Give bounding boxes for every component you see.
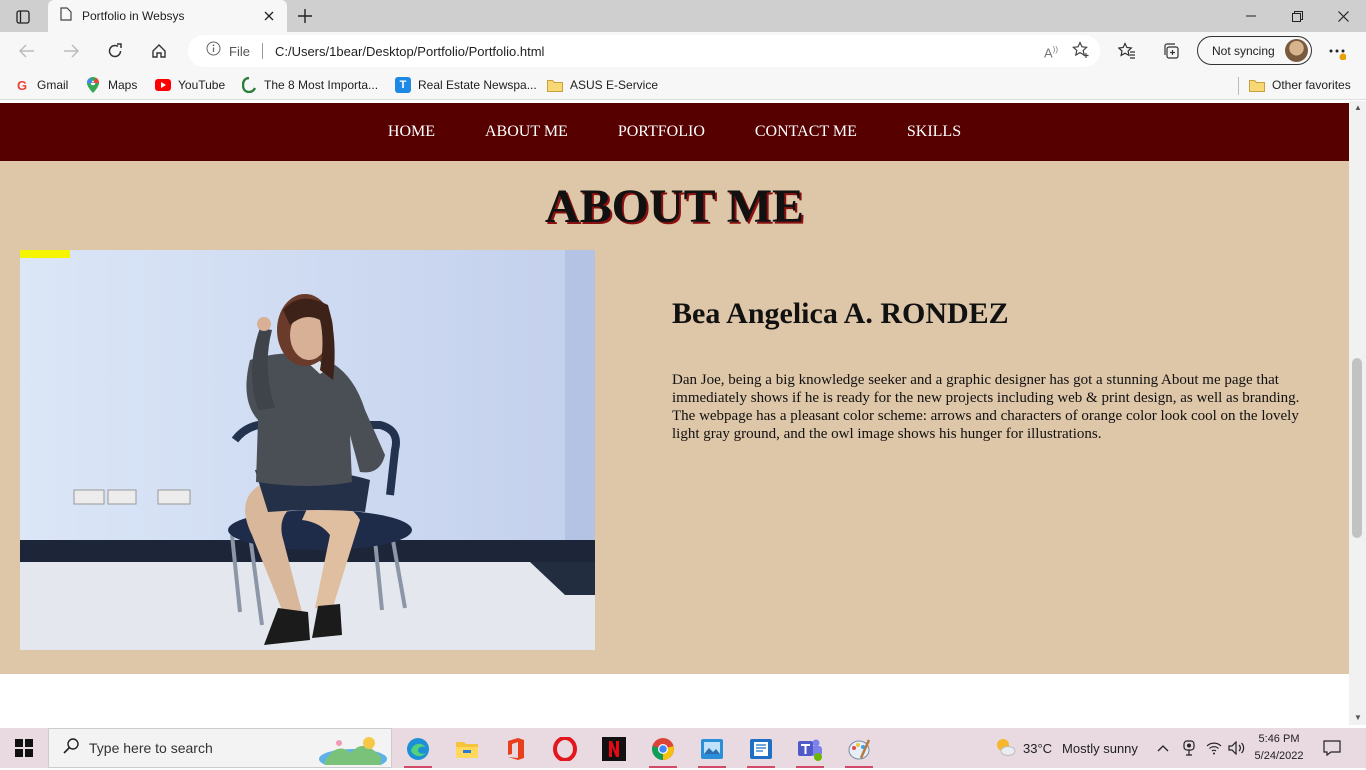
site-nav: HOME ABOUT ME PORTFOLIO CONTACT ME SKILL… <box>0 103 1349 161</box>
search-icon <box>63 737 79 759</box>
system-clock[interactable]: 5:46 PM 5/24/2022 <box>1250 731 1308 765</box>
bookmark-maps[interactable]: Maps <box>85 76 137 94</box>
clock-date: 5/24/2022 <box>1254 750 1304 762</box>
scroll-up-icon[interactable]: ▲ <box>1351 103 1365 115</box>
bookmark-label: ASUS E-Service <box>570 78 659 92</box>
active-tab[interactable]: Portfolio in Websys <box>48 0 287 32</box>
new-tab-icon[interactable] <box>292 4 318 28</box>
clock-time: 5:46 PM <box>1258 733 1300 745</box>
bookmark-most-important[interactable]: The 8 Most Importa... <box>241 76 378 94</box>
taskbar-edge-icon[interactable] <box>398 732 438 768</box>
taskbar-paint-icon[interactable] <box>839 732 879 768</box>
weather-temp: 33°C <box>1023 740 1053 756</box>
read-aloud-icon[interactable]: A)) <box>1044 45 1058 60</box>
address-url[interactable]: C:/Users/1bear/Desktop/Portfolio/Portfol… <box>275 44 545 59</box>
tab-close-icon[interactable] <box>257 4 281 28</box>
add-favorite-icon[interactable] <box>1072 41 1090 64</box>
search-placeholder: Type here to search <box>89 740 213 756</box>
about-section: ABOUT ME Bea Angelica A. RONDEZ Dan Joe,… <box>0 161 1349 674</box>
search-highlight-icon <box>317 731 389 770</box>
address-scheme: File <box>229 43 250 59</box>
bookmark-label: Gmail <box>37 78 69 92</box>
taskbar-netflix-icon[interactable] <box>594 732 634 766</box>
scroll-down-icon[interactable]: ▼ <box>1351 713 1365 725</box>
taskbar-opera-icon[interactable] <box>545 732 585 766</box>
minimize-icon[interactable] <box>1228 0 1274 32</box>
restore-icon[interactable] <box>1274 0 1320 32</box>
info-icon[interactable] <box>206 41 221 61</box>
sync-label: Not syncing <box>1212 43 1275 58</box>
scroll-thumb[interactable] <box>1352 358 1362 538</box>
taskbar-teams-icon[interactable] <box>790 732 830 768</box>
about-name: Bea Angelica A. RONDEZ <box>672 297 1009 330</box>
bookmarks-divider <box>1238 77 1239 95</box>
bookmarks-bar: G Gmail Maps YouTube The 8 Most Importa.… <box>0 70 1366 100</box>
bookmark-youtube[interactable]: YouTube <box>155 76 225 94</box>
t-icon: T <box>395 77 411 93</box>
about-bio: Dan Joe, being a big knowledge seeker an… <box>672 372 1300 442</box>
other-favorites-label: Other favorites <box>1272 78 1351 92</box>
nav-home[interactable]: HOME <box>388 123 435 141</box>
back-icon[interactable] <box>12 36 42 66</box>
sync-button[interactable]: Not syncing <box>1197 36 1312 65</box>
bookmark-real-estate[interactable]: T Real Estate Newspa... <box>395 76 537 94</box>
bookmark-asus[interactable]: ASUS E-Service <box>547 76 658 94</box>
bookmark-label: YouTube <box>178 78 226 92</box>
tab-actions-icon[interactable] <box>8 6 38 28</box>
bookmark-label: Real Estate Newspa... <box>418 78 537 92</box>
more-options-icon[interactable] <box>1322 36 1352 66</box>
taskbar-reader-icon[interactable] <box>741 732 781 768</box>
nav-contact-me[interactable]: CONTACT ME <box>755 123 857 141</box>
home-icon[interactable] <box>144 36 174 66</box>
nav-portfolio[interactable]: PORTFOLIO <box>618 123 705 141</box>
taskbar-chrome-icon[interactable] <box>643 732 683 768</box>
maps-icon <box>85 77 101 93</box>
close-window-icon[interactable] <box>1320 0 1366 32</box>
weather-sun-icon <box>994 736 1016 761</box>
notifications-icon[interactable] <box>1323 728 1341 768</box>
taskbar-file-explorer-icon[interactable] <box>447 732 487 766</box>
taskbar-search[interactable]: Type here to search <box>48 728 392 770</box>
weather-widget[interactable]: 33°C Mostly sunny <box>994 728 1138 768</box>
forward-icon[interactable] <box>56 36 86 66</box>
web-page: HOME ABOUT ME PORTFOLIO CONTACT ME SKILL… <box>0 101 1349 725</box>
about-title: ABOUT ME <box>544 180 805 233</box>
page-icon <box>60 6 72 26</box>
browser-toolbar: File C:/Users/1bear/Desktop/Portfolio/Po… <box>0 32 1366 70</box>
address-divider <box>261 43 263 59</box>
nav-skills[interactable]: SKILLS <box>907 123 961 141</box>
taskbar: Type here to search 33°C Mostly sunny 5:… <box>0 728 1366 770</box>
camera-icon[interactable] <box>1182 728 1196 768</box>
bookmark-label: Maps <box>108 78 138 92</box>
volume-icon[interactable] <box>1228 728 1246 768</box>
tab-strip: Portfolio in Websys <box>0 0 1366 32</box>
windows-start-icon[interactable] <box>0 728 48 768</box>
folder-icon <box>1249 77 1265 93</box>
bookmark-gmail[interactable]: G Gmail <box>14 76 68 94</box>
address-bar[interactable]: File C:/Users/1bear/Desktop/Portfolio/Po… <box>188 35 1100 67</box>
youtube-icon <box>155 77 171 93</box>
show-hidden-icons[interactable] <box>1157 728 1169 768</box>
profile-photo <box>20 250 595 650</box>
weather-text: Mostly sunny <box>1062 740 1138 756</box>
folder-icon <box>547 77 563 93</box>
taskbar-photos-icon[interactable] <box>692 732 732 768</box>
refresh-icon[interactable] <box>100 36 130 66</box>
nav-about-me[interactable]: ABOUT ME <box>485 123 568 141</box>
collections-icon[interactable] <box>1156 36 1186 66</box>
gmail-icon: G <box>16 77 28 93</box>
tab-title: Portfolio in Websys <box>82 9 185 23</box>
wifi-icon[interactable] <box>1206 728 1222 768</box>
favorites-icon[interactable] <box>1112 36 1142 66</box>
bookmark-label: The 8 Most Importa... <box>264 78 379 92</box>
avatar <box>1285 39 1308 62</box>
other-favorites[interactable]: Other favorites <box>1249 76 1351 94</box>
taskbar-office-icon[interactable] <box>496 732 536 766</box>
site-icon <box>241 77 257 93</box>
